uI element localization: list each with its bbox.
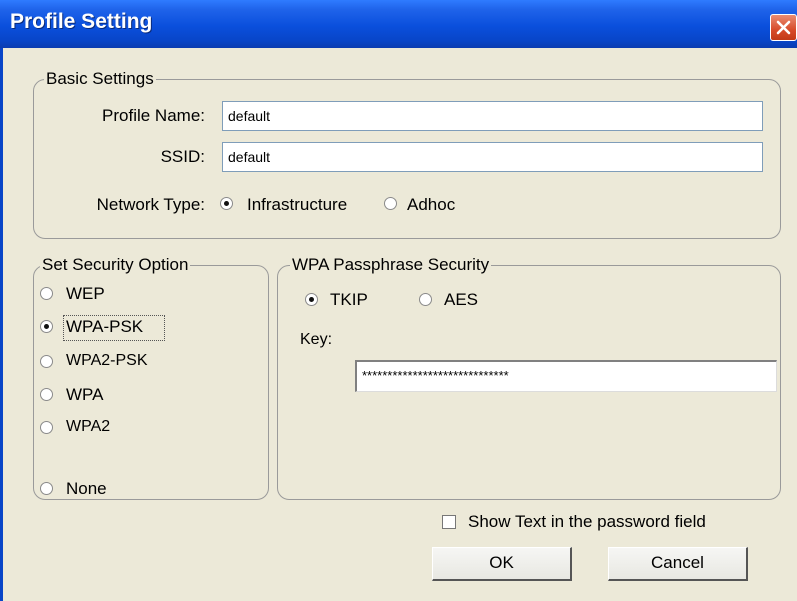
- show-text-checkbox[interactable]: [442, 515, 456, 529]
- network-type-label: Network Type:: [96, 195, 205, 214]
- wpa2-psk-label[interactable]: WPA2-PSK: [66, 351, 148, 371]
- wpa-psk-radio[interactable]: [40, 320, 53, 333]
- ok-button[interactable]: OK: [432, 547, 572, 581]
- wpa2-radio[interactable]: [40, 421, 53, 434]
- aes-label[interactable]: AES: [444, 290, 478, 310]
- key-input[interactable]: *****************************: [355, 360, 777, 392]
- wpa-label[interactable]: WPA: [66, 385, 103, 405]
- window-border: [0, 48, 3, 601]
- cancel-button[interactable]: Cancel: [608, 547, 748, 581]
- wpa-radio[interactable]: [40, 388, 53, 401]
- window-title: Profile Setting: [10, 10, 153, 33]
- infrastructure-radio[interactable]: [220, 197, 233, 210]
- wpa2-label[interactable]: WPA2: [66, 417, 110, 437]
- wpa-psk-label[interactable]: WPA-PSK: [66, 317, 143, 337]
- basic-settings-legend: Basic Settings: [44, 69, 156, 89]
- tkip-label[interactable]: TKIP: [330, 290, 368, 310]
- ssid-label: SSID:: [160, 147, 205, 166]
- aes-radio[interactable]: [419, 293, 432, 306]
- wpa-passphrase-legend: WPA Passphrase Security: [290, 255, 492, 275]
- infrastructure-label[interactable]: Infrastructure: [247, 195, 347, 215]
- wpa2-psk-radio[interactable]: [40, 355, 53, 368]
- show-text-label[interactable]: Show Text in the password field: [468, 512, 706, 532]
- none-radio[interactable]: [40, 482, 53, 495]
- profile-name-label: Profile Name:: [102, 106, 205, 125]
- adhoc-label[interactable]: Adhoc: [407, 195, 455, 215]
- profile-name-input[interactable]: default: [222, 101, 763, 131]
- close-icon: [776, 20, 791, 35]
- wep-radio[interactable]: [40, 287, 53, 300]
- tkip-radio[interactable]: [305, 293, 318, 306]
- ssid-input[interactable]: default: [222, 142, 763, 172]
- close-button[interactable]: [770, 14, 797, 41]
- none-label[interactable]: None: [66, 479, 107, 499]
- key-label: Key:: [300, 331, 333, 348]
- title-bar[interactable]: Profile Setting: [0, 0, 797, 48]
- adhoc-radio[interactable]: [384, 197, 397, 210]
- wep-label[interactable]: WEP: [66, 284, 105, 304]
- security-option-legend: Set Security Option: [40, 255, 191, 275]
